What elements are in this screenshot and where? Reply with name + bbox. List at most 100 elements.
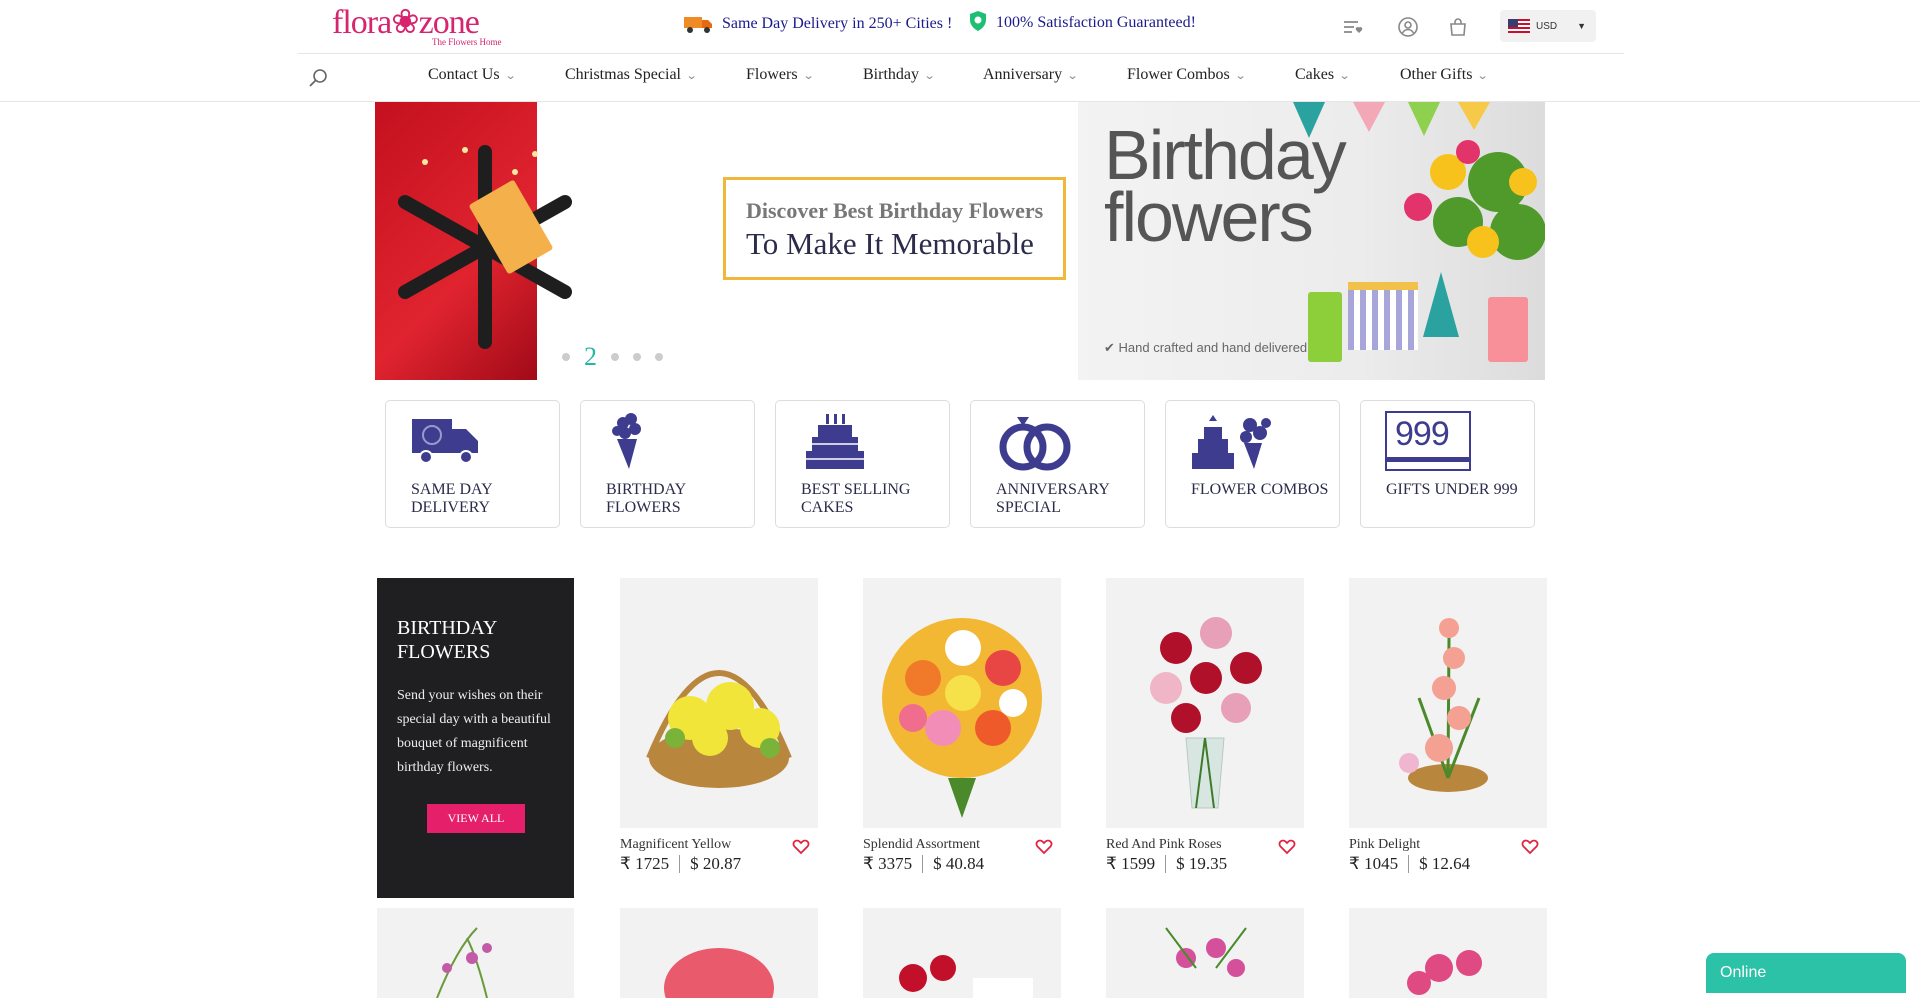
category-label: GIFTS UNDER 999 bbox=[1386, 481, 1518, 498]
category-gifts-under-999[interactable]: 999 GIFTS UNDER 999 bbox=[1360, 400, 1535, 528]
cart-icon[interactable] bbox=[1446, 15, 1470, 39]
hero-banner[interactable]: Discover Best Birthday Flowers To Make I… bbox=[375, 102, 1545, 380]
product-card[interactable]: Splendid Assortment ₹ 3375 $ 40.84 bbox=[863, 578, 1061, 874]
product-image[interactable] bbox=[863, 908, 1061, 998]
party-hat-decoration bbox=[1423, 272, 1459, 337]
banner-caption-box: Discover Best Birthday Flowers To Make I… bbox=[723, 177, 1066, 280]
price-usd: $ 12.64 bbox=[1419, 854, 1471, 873]
nav-label: Christmas Special bbox=[565, 66, 681, 83]
chevron-down-icon: ⌄ bbox=[685, 69, 698, 82]
nav-contact-us[interactable]: Contact Us ⌄ bbox=[428, 66, 517, 84]
banner-subheadline: To Make It Memorable bbox=[746, 226, 1034, 261]
logo-tagline: The Flowers Home bbox=[432, 37, 502, 47]
product-card[interactable]: Magnificent Yellow ₹ 1725 $ 20.87 bbox=[620, 578, 818, 874]
birthday-title-2: flowers bbox=[1104, 178, 1314, 256]
category-label: BIRTHDAY FLOWERS bbox=[606, 481, 686, 516]
price-usd: $ 40.84 bbox=[933, 854, 985, 873]
product-image[interactable] bbox=[863, 578, 1061, 828]
heart-icon[interactable] bbox=[792, 838, 810, 856]
combo-icon bbox=[1192, 415, 1271, 469]
slider-dot[interactable] bbox=[655, 353, 663, 361]
nav-other-gifts[interactable]: Other Gifts ⌄ bbox=[1400, 66, 1490, 84]
category-label: BEST SELLING CAKES bbox=[801, 481, 911, 516]
nav-cakes[interactable]: Cakes ⌄ bbox=[1295, 66, 1351, 84]
birthday-slide-image: Birthday flowers ✔ Hand crafted and hand… bbox=[1078, 102, 1545, 380]
nav-anniversary[interactable]: Anniversary ⌄ bbox=[983, 66, 1079, 84]
nav-label: Anniversary bbox=[983, 66, 1063, 83]
nav-label: Flower Combos bbox=[1127, 66, 1230, 83]
chat-widget[interactable]: Online bbox=[1706, 953, 1906, 993]
slider-dot[interactable] bbox=[633, 353, 641, 361]
product-image[interactable] bbox=[1106, 578, 1304, 828]
product-price: ₹ 1045 $ 12.64 bbox=[1349, 854, 1547, 874]
chevron-down-icon: ⌄ bbox=[1066, 69, 1079, 82]
category-flower-combos[interactable]: FLOWER COMBOS bbox=[1165, 400, 1340, 528]
nav-flowers[interactable]: Flowers ⌄ bbox=[746, 66, 814, 84]
product-name[interactable]: Magnificent Yellow bbox=[620, 837, 818, 853]
wishlist-icon[interactable] bbox=[1341, 15, 1365, 39]
nav-label: Contact Us bbox=[428, 66, 500, 83]
birthday-title-1: Birthday bbox=[1104, 116, 1347, 194]
birthday-flowers-heading: Birthday flowers bbox=[1104, 116, 1347, 256]
product-image[interactable] bbox=[620, 578, 818, 828]
section-title: BIRTHDAY FLOWERS bbox=[397, 617, 497, 663]
slider-dots: 2 bbox=[562, 344, 663, 370]
gift-box-decoration bbox=[1348, 282, 1418, 350]
view-all-button[interactable]: VIEW ALL bbox=[427, 804, 525, 833]
nav-birthday[interactable]: Birthday ⌄ bbox=[863, 66, 936, 84]
logo[interactable]: flora❀zone The Flowers Home bbox=[332, 6, 512, 48]
green-cup-decoration bbox=[1308, 292, 1342, 362]
pink-cup-decoration bbox=[1488, 297, 1528, 362]
section-description: Send your wishes on their special day wi… bbox=[397, 688, 551, 775]
product-card[interactable]: Red And Pink Roses ₹ 1599 $ 19.35 bbox=[1106, 578, 1304, 874]
product-name[interactable]: Red And Pink Roses bbox=[1106, 837, 1304, 853]
category-label: FLOWER COMBOS bbox=[1191, 481, 1329, 498]
store-999-text: 999 bbox=[1395, 415, 1450, 453]
handcrafted-note: ✔ Hand crafted and hand delivered bbox=[1104, 340, 1308, 355]
rings-icon bbox=[999, 417, 1071, 471]
promo-guarantee: 100% Satisfaction Guaranteed! bbox=[968, 10, 1196, 32]
account-icon[interactable] bbox=[1396, 15, 1420, 39]
nav-flower-combos[interactable]: Flower Combos ⌄ bbox=[1127, 66, 1246, 84]
category-birthday-flowers[interactable]: BIRTHDAY FLOWERS bbox=[580, 400, 755, 528]
product-image[interactable] bbox=[1106, 908, 1304, 998]
category-same-day-delivery[interactable]: SAME DAY DELIVERY bbox=[385, 400, 560, 528]
category-best-selling-cakes[interactable]: BEST SELLING CAKES bbox=[775, 400, 950, 528]
product-price: ₹ 1599 $ 19.35 bbox=[1106, 854, 1304, 874]
currency-label: USD bbox=[1536, 20, 1558, 32]
caret-down-icon: ▼ bbox=[1577, 21, 1586, 31]
category-label: SAME DAY DELIVERY bbox=[411, 481, 493, 516]
currency-selector[interactable]: USD ▼ bbox=[1500, 10, 1596, 42]
top-header: flora❀zone The Flowers Home Same Day Del… bbox=[298, 0, 1624, 54]
price-inr: ₹ 1725 bbox=[620, 854, 670, 873]
delivery-truck-icon bbox=[412, 419, 478, 464]
category-label: ANNIVERSARY SPECIAL bbox=[996, 481, 1110, 516]
logo-text: flora❀zone bbox=[332, 4, 480, 41]
us-flag-icon bbox=[1508, 19, 1530, 33]
chevron-down-icon: ⌄ bbox=[504, 69, 517, 82]
product-name[interactable]: Splendid Assortment bbox=[863, 837, 1061, 853]
chevron-down-icon: ⌄ bbox=[1477, 69, 1490, 82]
heart-icon[interactable] bbox=[1278, 838, 1296, 856]
product-image[interactable] bbox=[1349, 578, 1547, 828]
category-anniversary-special[interactable]: ANNIVERSARY SPECIAL bbox=[970, 400, 1145, 528]
cake-icon bbox=[806, 414, 864, 469]
product-name[interactable]: Pink Delight bbox=[1349, 837, 1547, 853]
product-image[interactable] bbox=[620, 908, 818, 998]
product-card[interactable]: Pink Delight ₹ 1045 $ 12.64 bbox=[1349, 578, 1547, 874]
promo-delivery-text: Same Day Delivery in 250+ Cities ! bbox=[722, 15, 953, 32]
nav-christmas-special[interactable]: Christmas Special ⌄ bbox=[565, 66, 698, 84]
heart-icon[interactable] bbox=[1521, 838, 1539, 856]
promo-delivery: Same Day Delivery in 250+ Cities ! bbox=[682, 14, 952, 34]
product-image[interactable] bbox=[377, 908, 574, 998]
handcrafted-text: Hand crafted and hand delivered bbox=[1118, 340, 1308, 355]
search-icon[interactable] bbox=[308, 67, 330, 89]
chevron-down-icon: ⌄ bbox=[1338, 69, 1351, 82]
product-image[interactable] bbox=[1349, 908, 1547, 998]
slider-dot-active[interactable]: 2 bbox=[584, 344, 597, 370]
slider-dot[interactable] bbox=[611, 353, 619, 361]
slider-dot[interactable] bbox=[562, 353, 570, 361]
nav-label: Other Gifts bbox=[1400, 66, 1473, 83]
heart-icon[interactable] bbox=[1035, 838, 1053, 856]
bouquet-icon bbox=[612, 413, 641, 469]
